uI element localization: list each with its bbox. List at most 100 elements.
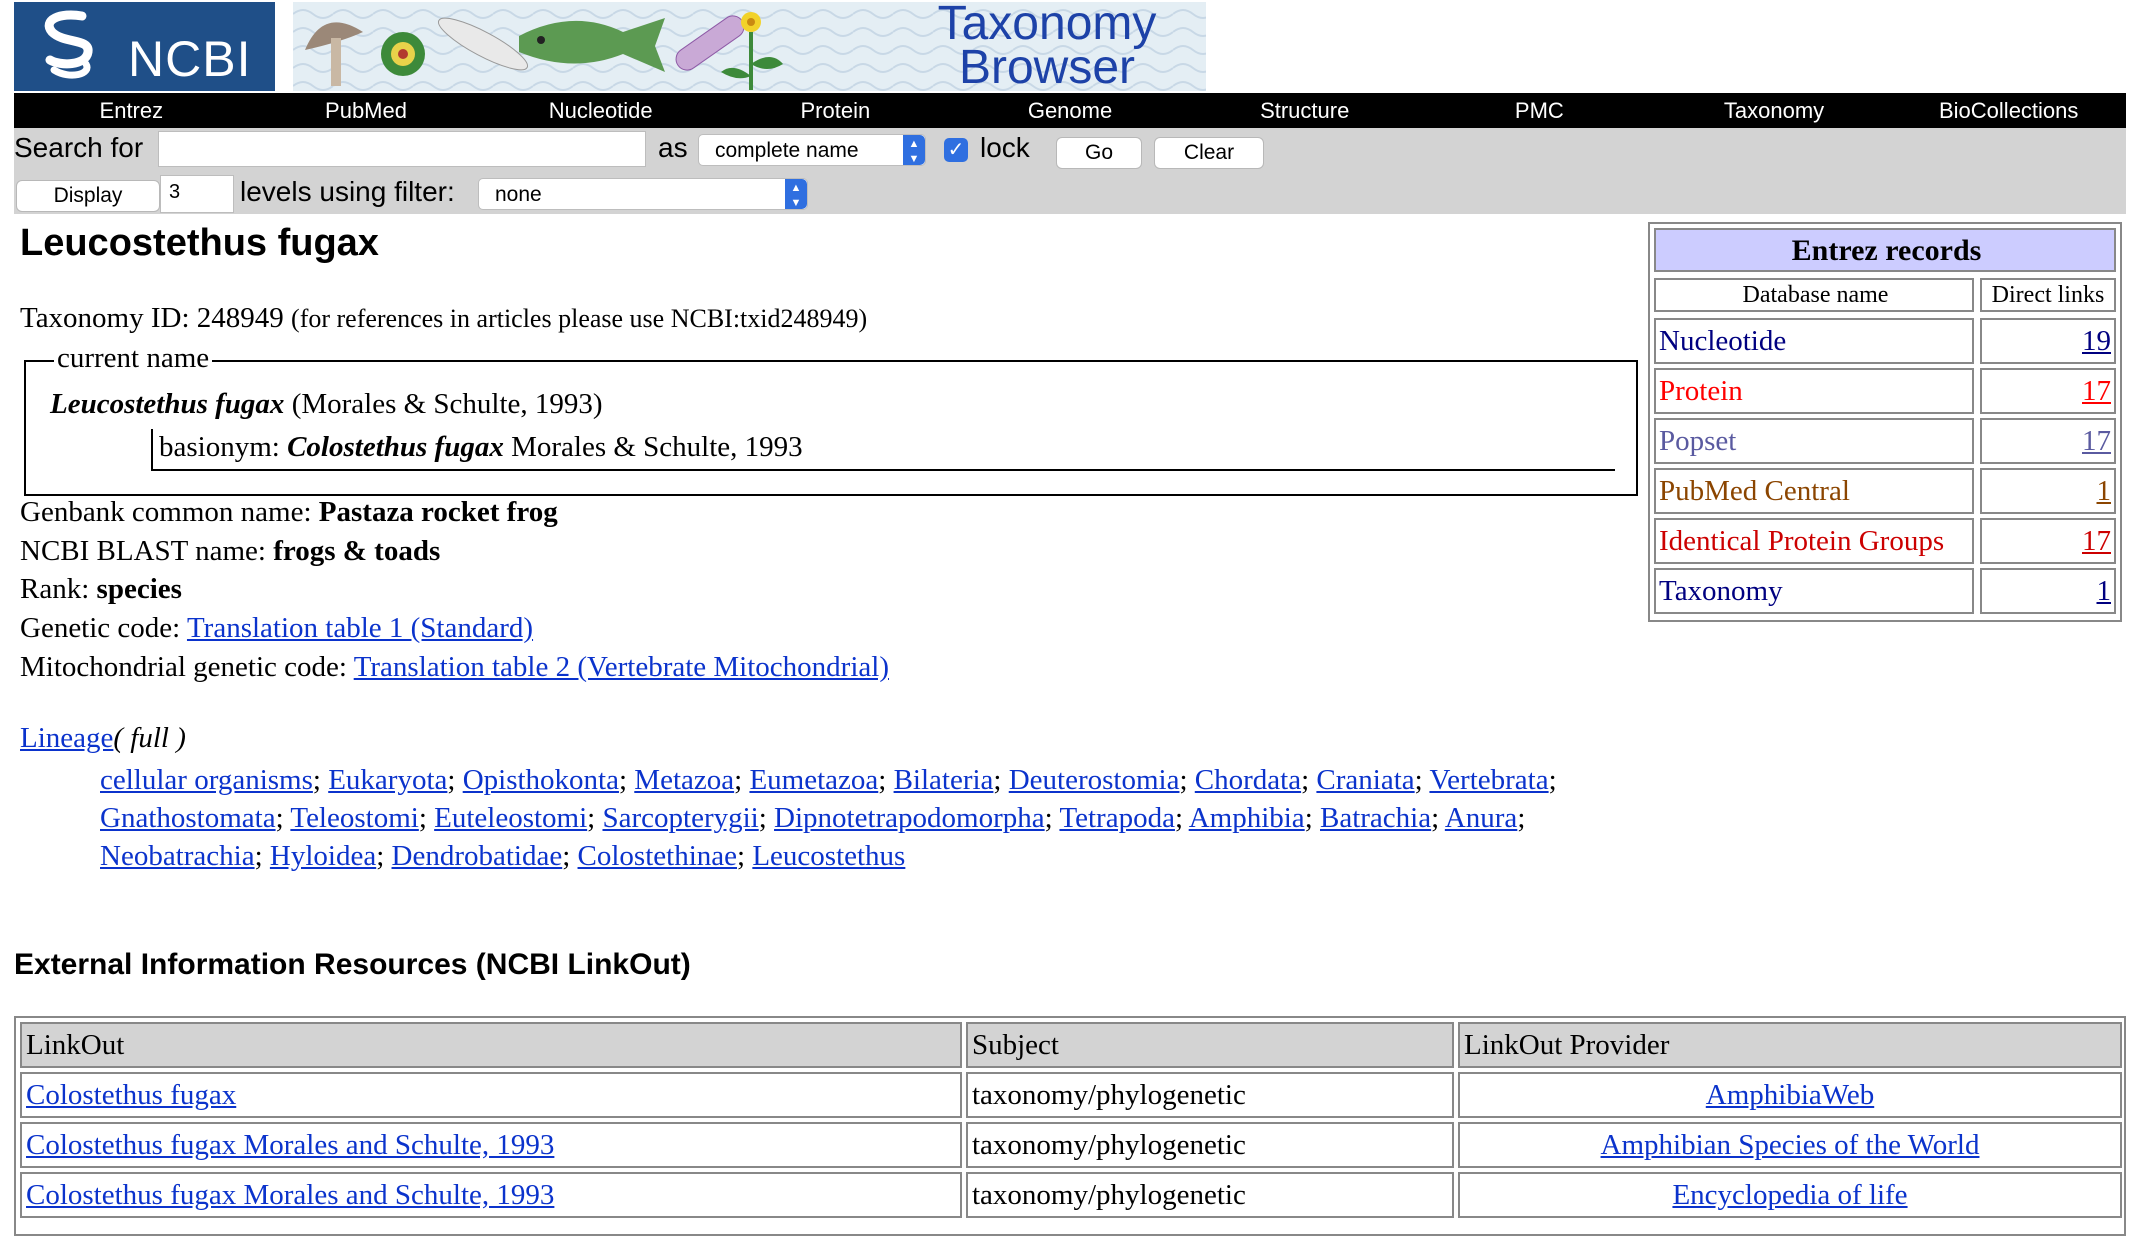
entrez-db-nucleotide[interactable]: Nucleotide: [1654, 318, 1974, 364]
linkout-link[interactable]: Colostethus fugax Morales and Schulte, 1…: [20, 1122, 962, 1168]
search-input[interactable]: [158, 131, 646, 167]
linkout-provider[interactable]: AmphibiaWeb: [1458, 1072, 2122, 1118]
nav-structure[interactable]: Structure: [1187, 93, 1422, 128]
genbank-value: Pastaza rocket frog: [318, 496, 558, 528]
current-name-box: current name Leucostethus fugax (Morales…: [24, 342, 1638, 496]
genetic-code-line: Genetic code: Translation table 1 (Stand…: [20, 612, 533, 645]
lock-checkbox[interactable]: ✓: [944, 138, 968, 162]
linkout-subject: taxonomy/phylogenetic: [966, 1122, 1454, 1168]
mito-code-link[interactable]: Translation table 2 (Vertebrate Mitochon…: [354, 651, 889, 683]
linkout-col-provider: LinkOut Provider: [1458, 1022, 2122, 1068]
lineage-separator: ;: [254, 840, 270, 872]
lineage-separator: ;: [758, 802, 775, 834]
lineage-item[interactable]: Vertebrata: [1429, 764, 1548, 796]
lineage-item[interactable]: Eukaryota: [328, 764, 447, 796]
linkout-provider[interactable]: Amphibian Species of the World: [1458, 1122, 2122, 1168]
lineage-item[interactable]: Gnathostomata: [100, 802, 276, 834]
lineage-item[interactable]: Neobatrachia: [100, 840, 255, 872]
entrez-db-pubmed-central[interactable]: PubMed Central: [1654, 468, 1974, 514]
linkout-table: LinkOut Subject LinkOut Provider Colostethu…: [14, 1016, 2126, 1236]
as-label: as: [658, 132, 688, 163]
current-name-line: Leucostethus fugax (Morales & Schulte, 1…: [50, 388, 603, 421]
rank-label: Rank:: [20, 573, 90, 605]
nav-genome[interactable]: Genome: [953, 93, 1188, 128]
lineage-separator: ;: [1179, 764, 1195, 796]
entrez-col-direct-links: Direct links: [1980, 278, 2116, 312]
lineage-item[interactable]: Eumetazoa: [749, 764, 878, 796]
lineage-item[interactable]: Deuterostomia: [1009, 764, 1180, 796]
levels-input[interactable]: 3: [160, 175, 234, 213]
lineage-separator: ;: [1414, 764, 1430, 796]
lineage-item[interactable]: Bilateria: [894, 764, 994, 796]
lineage-separator: ;: [447, 764, 463, 796]
lineage-item[interactable]: Sarcopterygii: [602, 802, 758, 834]
clear-button[interactable]: Clear: [1154, 137, 1264, 169]
linkout-col-linkout: LinkOut: [20, 1022, 962, 1068]
page-title: Leucostethus fugax: [20, 222, 379, 264]
select-chevron-icon: ▲ ▼: [785, 179, 807, 209]
lineage-item[interactable]: Dipnotetrapodomorpha: [774, 802, 1045, 834]
lineage-item[interactable]: Colostethinae: [578, 840, 737, 872]
name-type-select-value: complete name: [715, 139, 859, 162]
lineage-item[interactable]: Hyloidea: [270, 840, 376, 872]
search-for-label: Search for: [14, 132, 144, 163]
lineage-separator: ;: [737, 840, 753, 872]
nav-pmc[interactable]: PMC: [1422, 93, 1657, 128]
entrez-count-nucleotide[interactable]: 19: [1980, 318, 2116, 364]
genetic-code-link[interactable]: Translation table 1 (Standard): [187, 612, 533, 644]
entrez-count-popset[interactable]: 17: [1980, 418, 2116, 464]
nav-taxonomy[interactable]: Taxonomy: [1657, 93, 1892, 128]
mito-genetic-code-line: Mitochondrial genetic code: Translation …: [20, 651, 889, 684]
lineage-item[interactable]: Teleostomi: [290, 802, 418, 834]
basionym-line: basionym: Colostethus fugax Morales & Sc…: [151, 429, 1615, 471]
nav-biocollections[interactable]: BioCollections: [1891, 93, 2126, 128]
entrez-db-taxonomy[interactable]: Taxonomy: [1654, 568, 1974, 614]
lineage-separator: ;: [993, 764, 1009, 796]
lineage-item[interactable]: Euteleostomi: [434, 802, 587, 834]
display-button[interactable]: Display: [16, 180, 160, 212]
entrez-db-identical-protein-groups[interactable]: Identical Protein Groups: [1654, 518, 1974, 564]
lineage-item[interactable]: Batrachia: [1320, 802, 1431, 834]
linkout-link[interactable]: Colostethus fugax Morales and Schulte, 1…: [20, 1172, 962, 1218]
nav-pubmed[interactable]: PubMed: [249, 93, 484, 128]
lineage-item[interactable]: Anura: [1445, 802, 1517, 834]
linkout-link[interactable]: Colostethus fugax: [20, 1072, 962, 1118]
entrez-count-identical-protein-groups[interactable]: 17: [1980, 518, 2116, 564]
lineage-item[interactable]: Tetrapoda: [1059, 802, 1175, 834]
lineage-link[interactable]: Lineage: [20, 722, 113, 754]
lock-label: lock: [980, 132, 1030, 163]
lineage-item[interactable]: Metazoa: [634, 764, 734, 796]
filter-select[interactable]: none ▲ ▼: [478, 178, 808, 210]
ncbi-helix-icon: [44, 10, 93, 79]
taxonomy-id-note: (for references in articles please use N…: [291, 304, 868, 333]
select-chevron-icon: ▲ ▼: [903, 135, 925, 165]
nav-nucleotide[interactable]: Nucleotide: [483, 93, 718, 128]
entrez-db-protein[interactable]: Protein: [1654, 368, 1974, 414]
blast-name-line: NCBI BLAST name: frogs & toads: [20, 535, 440, 568]
taxonomy-browser-banner[interactable]: Taxonomy Browser: [293, 2, 1206, 91]
taxonomy-id: Taxonomy ID: 248949: [20, 302, 284, 334]
entrez-count-taxonomy[interactable]: 1: [1980, 568, 2116, 614]
name-type-select[interactable]: complete name ▲ ▼: [698, 134, 926, 166]
entrez-db-popset[interactable]: Popset: [1654, 418, 1974, 464]
lineage-item[interactable]: Opisthokonta: [463, 764, 619, 796]
banner-title-line1: Taxonomy: [937, 2, 1157, 50]
lineage-header: Lineage( full ): [20, 722, 186, 755]
lineage-item[interactable]: cellular organisms: [100, 764, 313, 796]
taxonomy-id-line: Taxonomy ID: 248949 (for references in a…: [20, 302, 867, 335]
linkout-heading: External Information Resources (NCBI Lin…: [14, 948, 691, 981]
lineage-full-toggle[interactable]: ( full ): [113, 722, 186, 754]
lineage-item[interactable]: Dendrobatidae: [392, 840, 563, 872]
linkout-provider[interactable]: Encyclopedia of life: [1458, 1172, 2122, 1218]
lineage-item[interactable]: Craniata: [1316, 764, 1414, 796]
nav-entrez[interactable]: Entrez: [14, 93, 249, 128]
lineage-item[interactable]: Leucostethus: [752, 840, 905, 872]
go-button[interactable]: Go: [1056, 137, 1142, 169]
entrez-count-protein[interactable]: 17: [1980, 368, 2116, 414]
entrez-count-pubmed-central[interactable]: 1: [1980, 468, 2116, 514]
ncbi-logo[interactable]: NCBI: [14, 2, 275, 91]
lineage-item[interactable]: Chordata: [1195, 764, 1301, 796]
current-name-authority: (Morales & Schulte, 1993): [291, 388, 603, 420]
lineage-item[interactable]: Amphibia: [1189, 802, 1305, 834]
nav-protein[interactable]: Protein: [718, 93, 953, 128]
